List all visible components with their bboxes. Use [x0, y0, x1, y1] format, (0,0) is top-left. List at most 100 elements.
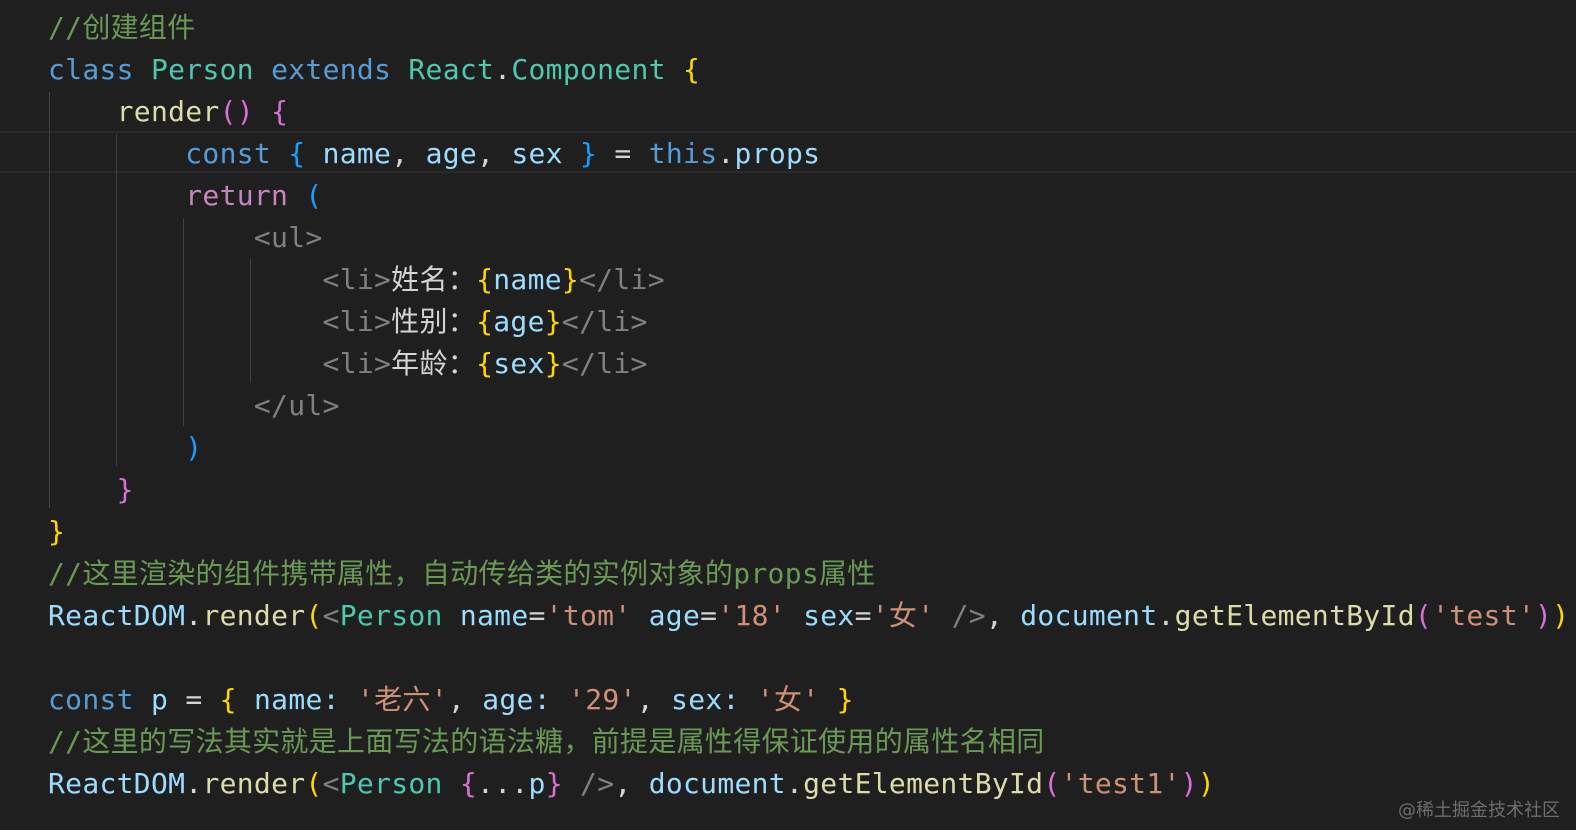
class-name-component: Component	[511, 53, 666, 86]
code-line-10[interactable]: </ul>	[48, 386, 340, 426]
comment: //这里的写法其实就是上面写法的语法糖，前提是属性得保证使用的属性名相同	[48, 725, 1045, 758]
code-line-17[interactable]: const p = { name: '老六', age: '29', sex: …	[48, 680, 854, 720]
code-line-15[interactable]: ReactDOM.render(<Person name='tom' age='…	[48, 596, 1569, 636]
code-line-7[interactable]: <li>姓名：{name}</li>	[48, 260, 665, 300]
keyword-const: const	[185, 137, 272, 170]
jsx-lt: <	[322, 767, 340, 800]
code-line-11[interactable]: )	[48, 428, 202, 468]
comma: ,	[391, 137, 409, 170]
jsx-tag-ul-open: <ul>	[253, 221, 323, 254]
jsx-text: 姓名：	[391, 263, 477, 296]
key-age: age:	[482, 683, 551, 716]
dot: .	[185, 767, 203, 800]
jsx-tag-li-close: </li>	[561, 305, 648, 338]
dot: .	[185, 599, 203, 632]
function-render: render	[202, 599, 306, 632]
keyword-extends: extends	[271, 53, 392, 86]
jsx-tag-ul-close: </ul>	[253, 389, 340, 422]
brace-open: {	[476, 263, 494, 296]
keyword-const: const	[48, 683, 134, 716]
jsx-lt: <	[322, 599, 340, 632]
code-line-3[interactable]: render() {	[48, 92, 288, 132]
string-nv: '女'	[756, 683, 820, 716]
brace-open: {	[219, 683, 237, 716]
keyword-class: class	[48, 53, 134, 86]
object-document: document	[648, 767, 786, 800]
var-sex: sex	[493, 347, 545, 380]
brace-close: }	[561, 263, 580, 296]
string-18: '18'	[717, 599, 786, 632]
code-line-2[interactable]: class Person extends React.Component {	[48, 50, 700, 90]
comma: ,	[447, 683, 466, 716]
comma: ,	[477, 137, 495, 170]
object-reactdom: ReactDOM	[48, 767, 186, 800]
string-nv: '女'	[871, 599, 935, 632]
jsx-tag-li-open: <li>	[322, 347, 392, 380]
equals: =	[854, 599, 872, 632]
function-render: render	[202, 767, 306, 800]
code-line-19[interactable]: ReactDOM.render(<Person {...p} />, docum…	[48, 764, 1215, 804]
brace-close: }	[116, 473, 134, 506]
code-editor[interactable]: //创建组件 class Person extends React.Compon…	[0, 0, 1576, 830]
paren-open: (	[305, 179, 323, 212]
brace-open: {	[476, 305, 494, 338]
code-line-9[interactable]: <li>年龄：{sex}</li>	[48, 344, 648, 384]
comma: ,	[985, 599, 1004, 632]
jsx-self-close: />	[580, 767, 615, 800]
jsx-self-close: />	[951, 599, 986, 632]
code-line-8[interactable]: <li>性别：{age}</li>	[48, 302, 648, 342]
spread-operator: ...	[477, 767, 529, 800]
function-getelementbyid: getElementById	[803, 767, 1044, 800]
parens: ()	[219, 95, 254, 128]
var-p: p	[528, 767, 546, 800]
equals: =	[614, 137, 632, 170]
paren-close: )	[1535, 599, 1553, 632]
paren-open: (	[1043, 767, 1061, 800]
jsx-tag-li-open: <li>	[322, 263, 392, 296]
brace-close: }	[836, 683, 854, 716]
dot: .	[717, 137, 735, 170]
brace-open: {	[476, 347, 494, 380]
dot: .	[494, 53, 512, 86]
code-line-14[interactable]: //这里渲染的组件携带属性，自动传给类的实例对象的props属性	[48, 554, 876, 594]
attr-age: age	[648, 599, 701, 632]
class-name-react: React	[408, 53, 495, 86]
comma: ,	[636, 683, 654, 716]
class-name-person: Person	[150, 53, 254, 86]
string-test: 'test'	[1432, 599, 1536, 632]
var-name: name	[493, 263, 562, 296]
dot: .	[785, 767, 804, 800]
paren-open: (	[305, 599, 323, 632]
comma: ,	[614, 767, 632, 800]
brace-open: {	[271, 95, 289, 128]
dot: .	[1157, 599, 1175, 632]
brace-open: {	[288, 137, 306, 170]
key-name: name:	[254, 683, 340, 716]
brace-close: }	[48, 515, 66, 548]
brace-open: {	[459, 767, 478, 800]
component-person: Person	[339, 599, 443, 632]
code-line-18[interactable]: //这里的写法其实就是上面写法的语法糖，前提是属性得保证使用的属性名相同	[48, 722, 1045, 762]
equals: =	[528, 599, 546, 632]
jsx-text: 性别：	[391, 305, 477, 338]
jsx-tag-li-close: </li>	[579, 263, 665, 296]
jsx-tag-li-open: <li>	[322, 305, 392, 338]
code-line-1[interactable]: //创建组件	[48, 8, 196, 48]
code-line-12[interactable]: }	[48, 470, 134, 510]
code-line-6[interactable]: <ul>	[48, 218, 323, 258]
var-name: name	[322, 137, 392, 170]
code-line-13[interactable]: }	[48, 512, 65, 552]
equals: =	[185, 683, 203, 716]
object-document: document	[1020, 599, 1158, 632]
object-reactdom: ReactDOM	[48, 599, 186, 632]
var-sex: sex	[511, 137, 563, 170]
string-tom: 'tom'	[545, 599, 632, 632]
key-sex: sex:	[671, 683, 740, 716]
paren-open: (	[1414, 599, 1433, 632]
paren-close: )	[1180, 767, 1198, 800]
code-line-5[interactable]: return (	[48, 176, 323, 216]
comment: //创建组件	[48, 11, 196, 44]
paren-close: )	[1552, 599, 1570, 632]
jsx-tag-li-close: </li>	[561, 347, 648, 380]
code-line-4[interactable]: const { name, age, sex } = this.props	[48, 134, 820, 174]
